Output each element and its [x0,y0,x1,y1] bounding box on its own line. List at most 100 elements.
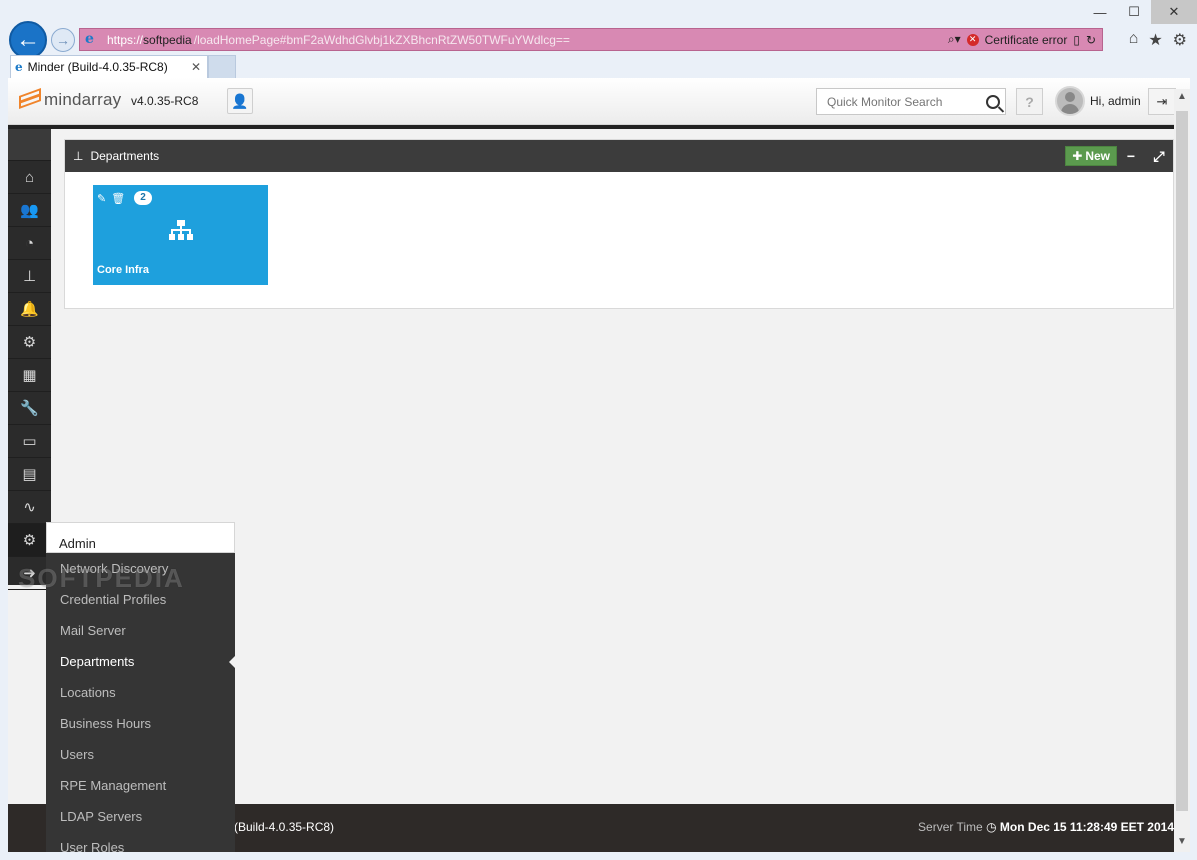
minimize-window-button[interactable]: — [1083,0,1117,24]
search-icon[interactable] [986,94,1000,109]
cert-error-icon: ✕ [966,33,979,46]
gears-icon: ⚙ [22,532,37,549]
browser-chrome: — ☐ ✕ ← → e https:// softpedia /loadHome… [0,0,1197,78]
sidebar-item-gears[interactable]: ⚙ [8,524,51,557]
departments-panel: ⊥ Departments ✚ New − ⤢ ✎ 🗑 2 Core Infra [64,139,1174,309]
org-chart-icon: ⊥ [73,149,84,163]
monitor-icon: ▭ [22,433,37,450]
admin-menu-item-departments[interactable]: Departments [46,646,235,677]
search-input[interactable] [827,94,977,109]
header-divider [8,125,1174,129]
arrow-right-icon: → [56,32,70,48]
search-dropdown-icon[interactable]: ⌕▾ [948,32,961,47]
tab-title: Minder (Build-4.0.35-RC8) [27,60,168,74]
new-button-label: New [1085,149,1110,163]
close-window-button[interactable]: ✕ [1151,0,1197,24]
admin-menu-item-business-hours[interactable]: Business Hours [46,708,235,739]
department-card[interactable]: ✎ 🗑 2 Core Infra [93,185,268,285]
user-profile-button[interactable]: 👤 [227,88,253,114]
calendar-icon: ▤ [22,466,37,483]
department-org-icon [169,220,193,242]
admin-menu-item-users[interactable]: Users [46,739,235,770]
window-frame-bottom [0,852,1197,860]
server-time: Server Time ◷ Mon Dec 15 11:28:49 EET 20… [918,820,1174,834]
sidebar-item-monitor[interactable]: ▭ [8,425,51,458]
logo[interactable]: mindarray [19,87,122,110]
tab-close-icon[interactable]: ✕ [191,60,201,74]
forward-button[interactable]: → [51,28,75,52]
window-frame-left [0,78,8,852]
arrow-left-icon: ← [16,26,40,53]
help-button[interactable]: ? [1016,88,1043,115]
certificate-error-link[interactable]: Certificate error [985,33,1068,47]
sidebar-item-users[interactable]: 👥 [8,194,51,227]
address-actions: ⌕▾ ✕ Certificate error ▯ ↻ [948,32,1102,47]
logout-button[interactable]: ⇥ [1148,88,1176,115]
home-icon: ⌂ [24,168,35,186]
tab-favicon-icon: e [15,60,23,74]
card-tools: ✎ 🗑 2 [97,191,152,205]
address-bar[interactable]: e https:// softpedia /loadHomePage#bmF2a… [79,28,1103,51]
url-host: softpedia [143,32,192,47]
expand-panel-button[interactable]: ⤢ [1145,148,1173,165]
hierarchy-icon: ⊥ [22,268,37,285]
server-time-value: Mon Dec 15 11:28:49 EET 2014 [999,820,1174,834]
scroll-down-arrow-icon[interactable]: ▼ [1174,836,1190,850]
chart-icon: ∿ [23,499,36,516]
version-label: v4.0.35-RC8 [131,94,199,108]
edit-pencil-icon[interactable]: ✎ [97,192,106,205]
browser-toolbar: ⌂ ★ ⚙ [1129,30,1187,50]
admin-menu-item-locations[interactable]: Locations [46,677,235,708]
server-time-label: Server Time [918,820,983,834]
back-button[interactable]: ← [9,21,47,59]
user-icon: 👤 [231,92,249,109]
quick-monitor-search [816,88,1006,115]
monitor-count-badge: 2 [134,191,152,205]
dashboard-icon: ◔ [24,234,35,252]
url-path: /loadHomePage#bmF2aWdhdGlvbj1kZXBhcnRtZW… [193,32,570,47]
delete-trash-icon[interactable]: 🗑 [111,192,125,205]
window-frame-right [1190,78,1197,852]
sidebar-item-bell[interactable]: 🔔 [8,293,51,326]
sidebar: ⌂ 👥 ◔ ⊥ 🔔 ⚙ ▦ 🔧 ▭ ▤ ∿ ⚙ ➜ [8,129,51,590]
wrench-icon: 🔧 [20,400,39,417]
browser-tab[interactable]: e Minder (Build-4.0.35-RC8) ✕ [10,55,208,78]
compat-view-icon[interactable]: ▯ [1073,33,1080,47]
refresh-icon[interactable]: ↻ [1086,33,1096,47]
users-icon: 👥 [20,202,39,219]
new-tab-button[interactable] [208,55,236,78]
url-scheme: https:// [107,32,144,47]
clock-icon: ◷ [986,820,997,834]
vertical-scrollbar[interactable]: ▲ ▼ [1174,89,1190,852]
panel-title: Departments [90,149,160,163]
sidebar-item-chart[interactable]: ∿ [8,491,51,524]
avatar[interactable] [1055,86,1085,116]
admin-menu-item-rpe-management[interactable]: RPE Management [46,770,235,801]
sidebar-item-calculator[interactable]: ▦ [8,359,51,392]
sidebar-item-dashboard[interactable]: ◔ [8,227,51,260]
plus-icon: ✚ [1072,149,1083,163]
sidebar-item-calendar[interactable]: ▤ [8,458,51,491]
home-page-icon[interactable]: ⌂ [1129,30,1139,50]
sidebar-item-home[interactable]: ⌂ [8,161,51,194]
sidebar-item-hierarchy[interactable]: ⊥ [8,260,51,293]
logo-text: mindarray [44,90,122,109]
user-greeting[interactable]: Hi, admin [1090,94,1141,108]
footer-build: (Build-4.0.35-RC8) [234,820,335,834]
app-header: mindarray v4.0.35-RC8 👤 ? Hi, admin ⇥ [8,78,1190,125]
new-department-button[interactable]: ✚ New [1065,146,1117,166]
sidebar-item-gear[interactable]: ⚙ [8,326,51,359]
minimize-panel-button[interactable]: − [1117,148,1145,164]
admin-menu-item-ldap-servers[interactable]: LDAP Servers [46,801,235,832]
gear-icon: ⚙ [22,334,37,351]
maximize-window-button[interactable]: ☐ [1117,0,1151,24]
sidebar-item-wrench[interactable]: 🔧 [8,392,51,425]
scrollbar-thumb[interactable] [1176,111,1188,811]
admin-menu-item-mail-server[interactable]: Mail Server [46,615,235,646]
scroll-up-arrow-icon[interactable]: ▲ [1174,91,1190,105]
panel-header: ⊥ Departments ✚ New − ⤢ [65,140,1173,172]
calculator-icon: ▦ [22,367,37,384]
settings-gear-icon[interactable]: ⚙ [1173,30,1187,50]
favorites-star-icon[interactable]: ★ [1148,30,1162,50]
bell-icon: 🔔 [20,301,39,318]
